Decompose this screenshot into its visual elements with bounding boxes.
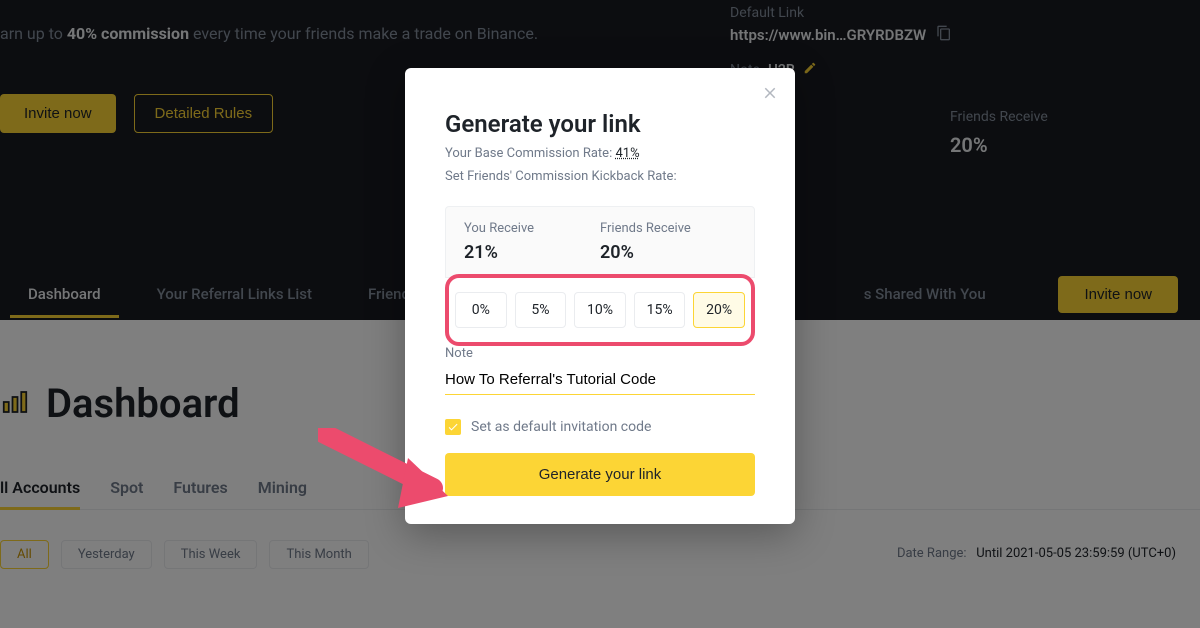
rate-summary-box: You Receive 21% Friends Receive 20%: [445, 206, 755, 278]
base-rate-label: Your Base Commission Rate:: [445, 146, 612, 161]
generate-link-button[interactable]: Generate your link: [445, 453, 755, 496]
kickback-option-20[interactable]: 20%: [693, 292, 745, 328]
generate-link-modal: Generate your link Your Base Commission …: [405, 68, 795, 524]
base-rate-value: 41%: [615, 146, 639, 161]
you-receive-label: You Receive: [464, 221, 600, 236]
set-default-label: Set as default invitation code: [471, 419, 651, 435]
you-receive-value: 21%: [464, 242, 600, 263]
kickback-options: 0% 5% 10% 15% 20%: [453, 278, 747, 342]
kickback-option-5[interactable]: 5%: [515, 292, 567, 328]
set-default-row[interactable]: Set as default invitation code: [445, 419, 755, 435]
note-field-label: Note: [445, 346, 755, 361]
note-input[interactable]: [445, 365, 755, 395]
friends-receive-label: Friends Receive: [600, 221, 736, 236]
checkbox-icon[interactable]: [445, 419, 461, 435]
close-icon[interactable]: [761, 84, 779, 106]
modal-title: Generate your link: [445, 110, 755, 138]
kickback-option-10[interactable]: 10%: [574, 292, 626, 328]
kickback-label: Set Friends' Commission Kickback Rate:: [445, 169, 755, 184]
kickback-option-0[interactable]: 0%: [455, 292, 507, 328]
kickback-option-15[interactable]: 15%: [634, 292, 686, 328]
friends-receive-value: 20%: [600, 242, 736, 263]
annotation-highlight: 0% 5% 10% 15% 20%: [445, 274, 755, 346]
